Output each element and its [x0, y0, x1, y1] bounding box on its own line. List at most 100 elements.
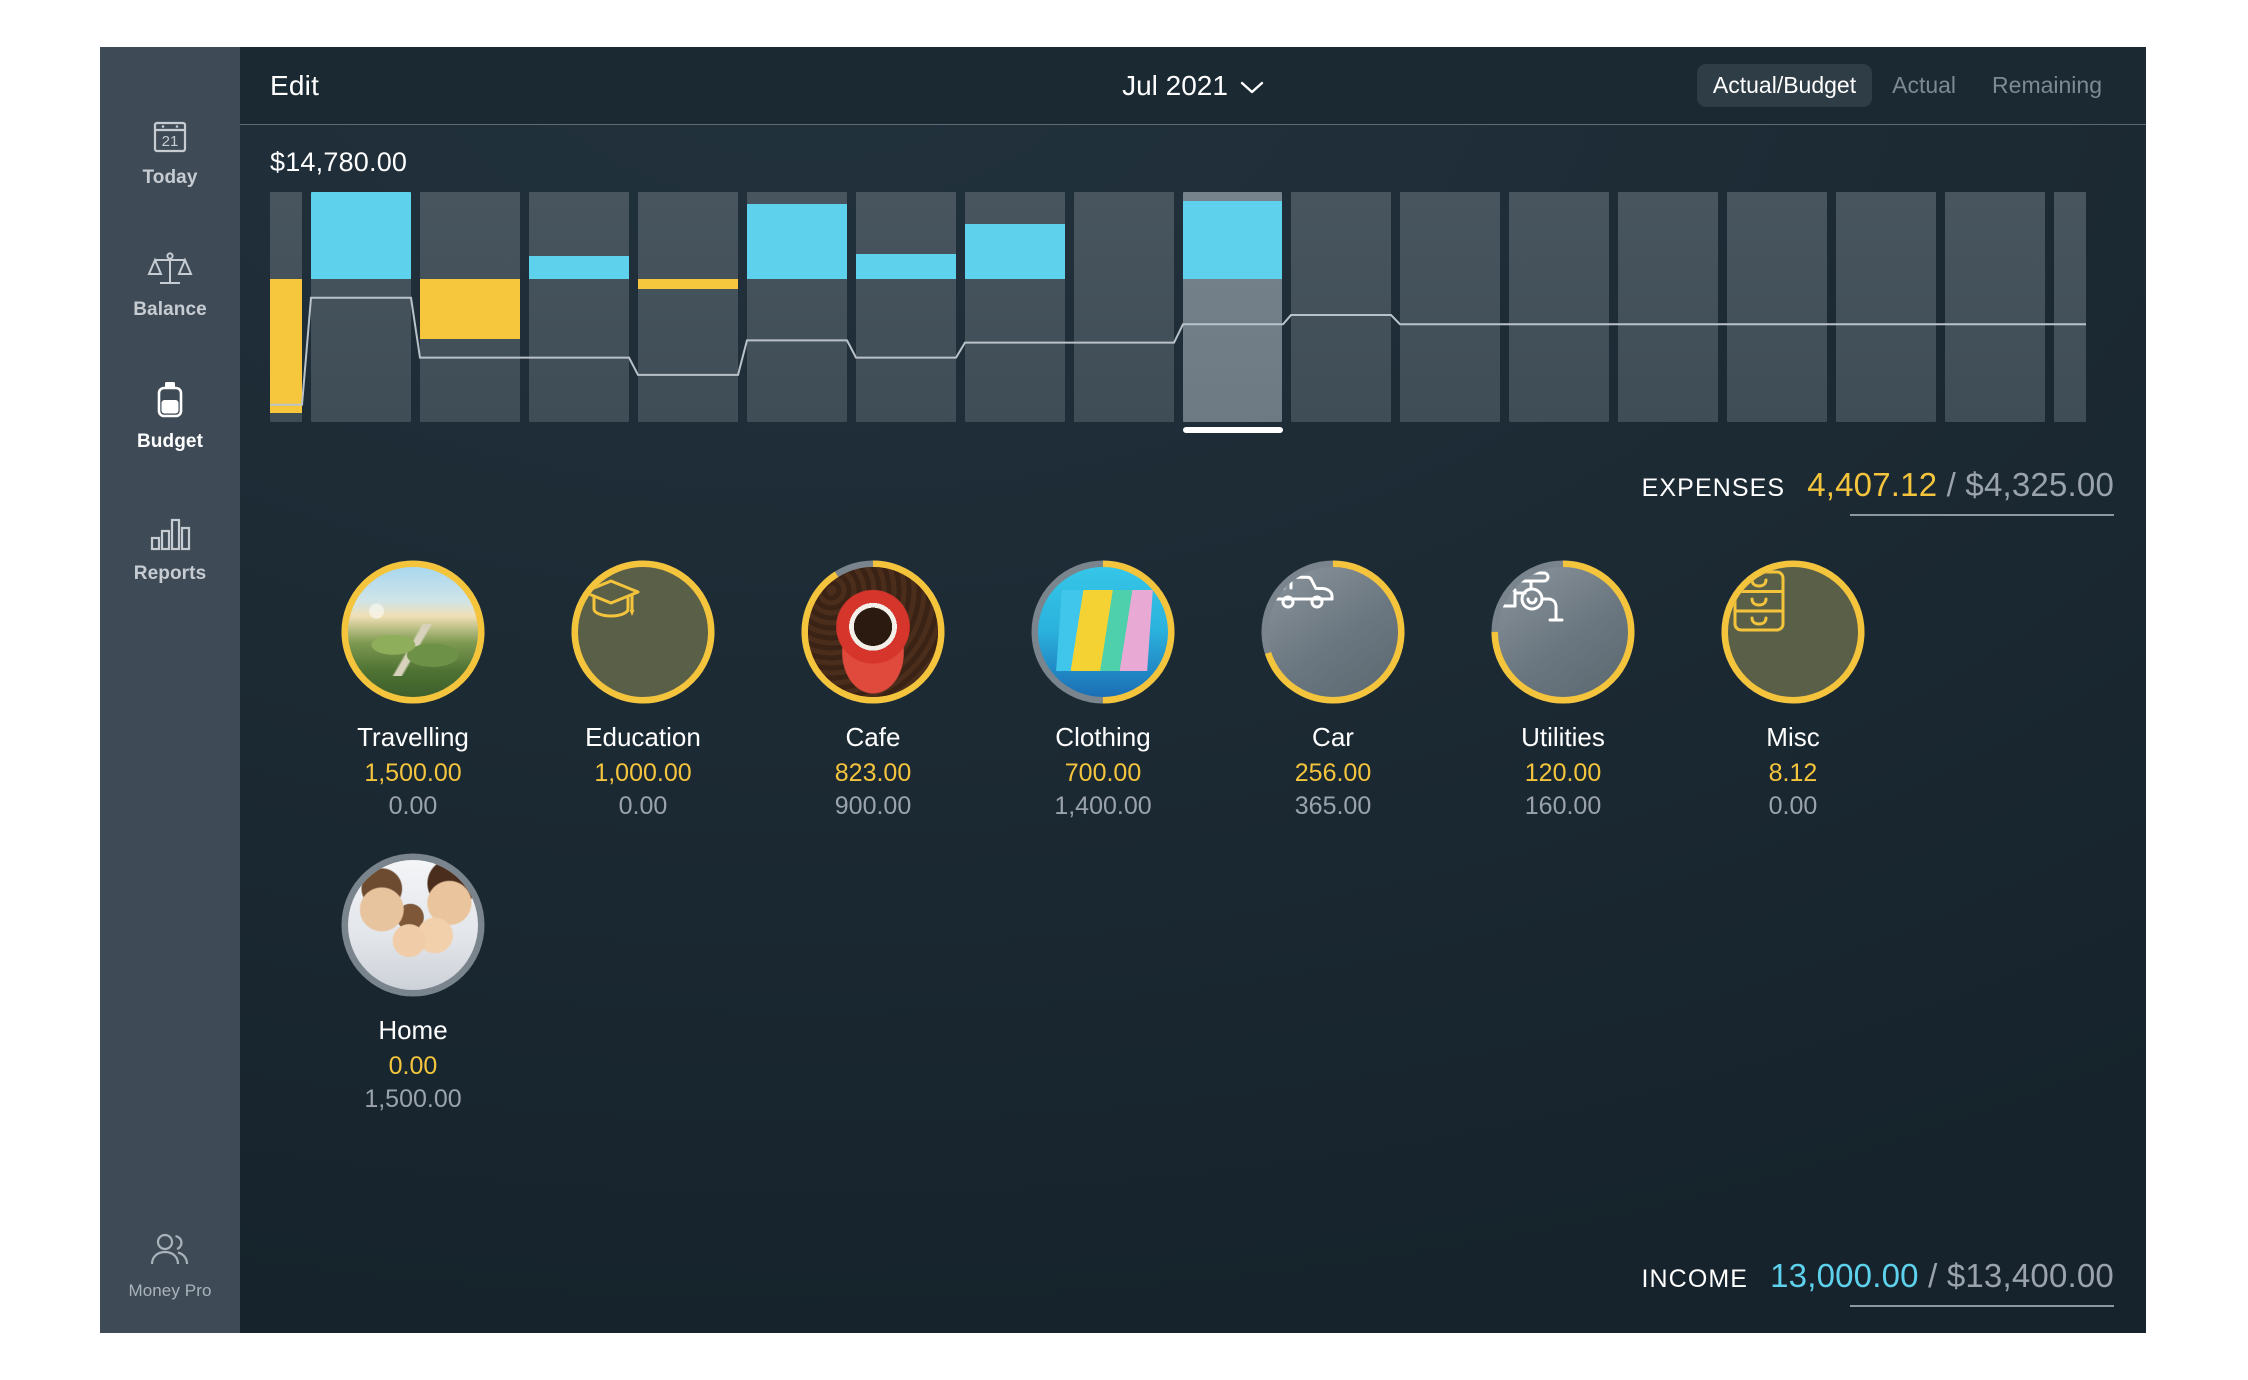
sidebar-item-label: Balance: [133, 299, 207, 320]
income-divider: [1850, 1305, 2114, 1307]
chart-section: $14,780.00: [240, 125, 2146, 433]
expenses-separator: /: [1946, 466, 1957, 503]
sidebar-item-balance[interactable]: Balance: [100, 245, 240, 321]
top-header: Edit Jul 2021 Actual/Budget Actual Remai…: [240, 47, 2146, 125]
main-panel: Edit Jul 2021 Actual/Budget Actual Remai…: [240, 47, 2146, 1333]
category-icon-disc: [578, 567, 708, 697]
expenses-budget: $4,325.00: [1965, 466, 2114, 503]
edit-button[interactable]: Edit: [270, 70, 319, 102]
category-budget-amount: 0.00: [1768, 792, 1818, 820]
chart-bar[interactable]: [964, 192, 1065, 422]
category-name: Cafe: [845, 722, 901, 752]
chart-bar-expense-segment: [419, 279, 520, 340]
segment-actual-budget[interactable]: Actual/Budget: [1696, 64, 1873, 107]
expenses-summary: EXPENSES 4,407.12 / $4,325.00: [240, 466, 2146, 516]
chart-bar[interactable]: [1400, 192, 1501, 422]
chart-bar-income-segment: [528, 256, 629, 280]
income-actual: 13,000.00: [1770, 1257, 1919, 1294]
view-mode-segmented-control: Actual/Budget Actual Remaining: [1696, 64, 2118, 107]
segment-actual[interactable]: Actual: [1876, 64, 1972, 107]
budget-bar-chart[interactable]: [270, 192, 2086, 433]
chart-bar-income-segment: [855, 254, 956, 280]
month-label: Jul 2021: [1122, 69, 1228, 101]
category-budget-amount: 1,400.00: [1054, 792, 1152, 820]
chart-bar-income-segment: [1182, 201, 1283, 280]
expenses-actual: 4,407.12: [1807, 466, 1938, 503]
chart-bar[interactable]: [637, 192, 738, 422]
category-progress-ring: [567, 556, 719, 708]
category-progress-ring: [1257, 556, 1409, 708]
chart-bar[interactable]: [1618, 192, 1719, 422]
app-window: 21 Today Balance Budget Reports Money Pr…: [100, 47, 2146, 1333]
month-selector[interactable]: Jul 2021: [1043, 70, 1343, 102]
sidebar: 21 Today Balance Budget Reports Money Pr…: [100, 47, 240, 1333]
category-item[interactable]: Travelling 1,500.00 0.00: [298, 556, 528, 821]
category-actual-amount: 8.12: [1768, 759, 1818, 787]
category-item[interactable]: Utilities 120.00 160.00: [1448, 556, 1678, 821]
category-progress-ring: [797, 556, 949, 708]
sidebar-item-today[interactable]: 21 Today: [100, 113, 240, 189]
category-progress-ring: [1717, 556, 1869, 708]
category-actual-amount: 256.00: [1294, 759, 1372, 787]
chart-bar[interactable]: [2054, 192, 2086, 422]
category-photo: [348, 860, 478, 990]
chart-bar[interactable]: [746, 192, 847, 422]
category-actual-amount: 823.00: [834, 759, 912, 787]
category-name: Car: [1312, 722, 1354, 752]
category-item[interactable]: Home 0.00 1,500.00: [298, 849, 528, 1114]
sidebar-item-label: Today: [142, 167, 198, 188]
chart-bar-selected[interactable]: [1182, 192, 1283, 422]
cafe-photo: [808, 567, 938, 697]
category-grid: Travelling 1,500.00 0.00 Education 1,000.00 0…: [240, 516, 1940, 1142]
income-separator: /: [1928, 1257, 1938, 1294]
chart-bar[interactable]: [1291, 192, 1392, 422]
chart-bar[interactable]: [528, 192, 629, 422]
category-actual-amount: 1,500.00: [364, 759, 462, 787]
home-photo: [348, 860, 478, 990]
sidebar-item-budget[interactable]: Budget: [100, 377, 240, 453]
travel-photo: [348, 567, 478, 697]
category-item[interactable]: Clothing 700.00 1,400.00: [988, 556, 1218, 821]
segment-remaining[interactable]: Remaining: [1976, 64, 2118, 107]
category-budget-amount: 160.00: [1524, 792, 1602, 820]
chart-bar[interactable]: [270, 192, 302, 422]
sidebar-item-label: Money Pro: [128, 1281, 212, 1300]
category-item[interactable]: Cafe 823.00 900.00: [758, 556, 988, 821]
category-actual-amount: 1,000.00: [594, 759, 692, 787]
chart-bar[interactable]: [1945, 192, 2045, 422]
category-item[interactable]: Education 1,000.00 0.00: [528, 556, 758, 821]
chart-bar-income-segment: [311, 192, 411, 280]
sidebar-item-money-pro[interactable]: Money Pro: [100, 1227, 240, 1301]
category-budget-amount: 1,500.00: [364, 1085, 462, 1113]
chart-bar[interactable]: [1073, 192, 1174, 422]
chart-bar-income-segment: [964, 224, 1065, 280]
sidebar-item-reports[interactable]: Reports: [100, 509, 240, 585]
chart-bar[interactable]: [419, 192, 520, 422]
people-icon: [147, 1227, 193, 1273]
sidebar-item-label: Budget: [136, 431, 204, 452]
chevron-down-icon: [1240, 70, 1264, 102]
chart-bar[interactable]: [1727, 192, 1828, 422]
category-name: Education: [585, 722, 701, 752]
category-icon-disc: [1268, 567, 1398, 697]
category-progress-ring: [337, 556, 489, 708]
income-budget: $13,400.00: [1946, 1257, 2114, 1294]
category-item[interactable]: Car 256.00 365.00: [1218, 556, 1448, 821]
category-budget-amount: 0.00: [388, 792, 438, 820]
calendar-21-icon: 21: [149, 113, 191, 159]
sidebar-item-label: Reports: [133, 563, 207, 584]
chart-bar-income-segment: [746, 203, 847, 280]
chart-bar[interactable]: [855, 192, 956, 422]
svg-text:21: 21: [162, 133, 179, 150]
category-name: Utilities: [1521, 722, 1605, 752]
income-summary: INCOME 13,000.00 / $13,400.00: [240, 1257, 2146, 1333]
category-item[interactable]: Misc 8.12 0.00: [1678, 556, 1908, 821]
category-budget-amount: 900.00: [834, 792, 912, 820]
category-progress-ring: [1487, 556, 1639, 708]
category-budget-amount: 0.00: [618, 792, 668, 820]
chart-bar[interactable]: [1836, 192, 1937, 422]
chart-bar[interactable]: [311, 192, 411, 422]
chart-bar[interactable]: [1509, 192, 1610, 422]
category-progress-ring: [1027, 556, 1179, 708]
